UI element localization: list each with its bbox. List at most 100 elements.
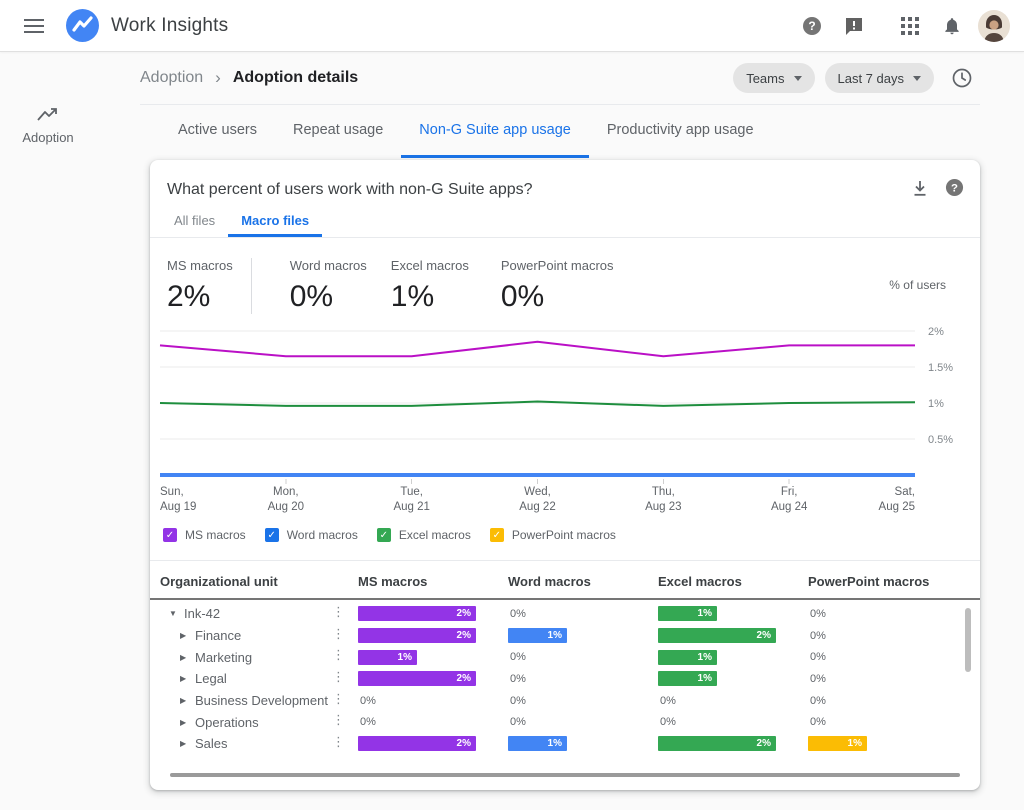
date-range-dropdown[interactable]: Last 7 days bbox=[825, 63, 935, 93]
value-cell-word-macros: 1% bbox=[508, 628, 658, 643]
value-cell-powerpoint-macros: 0% bbox=[808, 608, 958, 620]
legend-label: Word macros bbox=[287, 528, 358, 542]
expand-arrow-icon[interactable]: ▶ bbox=[180, 718, 191, 727]
row-menu-icon[interactable]: ⋮ bbox=[332, 691, 345, 707]
x-tick-label: Aug 21 bbox=[393, 501, 429, 513]
legend-item-ms-macros[interactable]: ✓MS macros bbox=[163, 528, 246, 542]
tab-repeat-usage[interactable]: Repeat usage bbox=[275, 105, 401, 158]
value-bar: 1% bbox=[508, 736, 567, 751]
zero-value: 0% bbox=[808, 651, 826, 663]
checkbox-checked-icon[interactable]: ✓ bbox=[265, 528, 279, 542]
zero-value: 0% bbox=[508, 716, 526, 728]
avatar[interactable] bbox=[976, 8, 1012, 44]
checkbox-checked-icon[interactable]: ✓ bbox=[377, 528, 391, 542]
org-unit-table: ▼Ink-42⋮2%0%1%0%▶Finance⋮2%1%2%0%▶Market… bbox=[150, 600, 980, 755]
summary-stats: MS macros2%Word macros0%Excel macros1%Po… bbox=[150, 238, 980, 311]
row-menu-icon[interactable]: ⋮ bbox=[332, 626, 345, 642]
row-menu-icon[interactable]: ⋮ bbox=[332, 669, 345, 685]
hamburger-icon bbox=[24, 18, 44, 34]
menu-icon[interactable] bbox=[16, 8, 52, 44]
report-tabs: Active usersRepeat usageNon-G Suite app … bbox=[140, 105, 980, 160]
stat-value: 2% bbox=[167, 280, 233, 314]
page-title: Adoption details bbox=[233, 69, 358, 87]
stat-label: Word macros bbox=[290, 258, 367, 273]
row-menu-icon[interactable]: ⋮ bbox=[332, 647, 345, 663]
value-bar: 2% bbox=[358, 606, 476, 621]
history-clock-icon[interactable] bbox=[944, 60, 980, 96]
column-header-word-macros: Word macros bbox=[508, 574, 658, 589]
zero-value: 0% bbox=[808, 716, 826, 728]
sidebar-item-adoption[interactable]: Adoption bbox=[0, 106, 96, 145]
value-cell-excel-macros: 1% bbox=[658, 606, 808, 621]
zero-value: 0% bbox=[658, 716, 676, 728]
row-menu-icon[interactable]: ⋮ bbox=[332, 604, 345, 620]
value-bar: 1% bbox=[808, 736, 867, 751]
legend-item-powerpoint-macros[interactable]: ✓PowerPoint macros bbox=[490, 528, 616, 542]
teams-filter-label: Teams bbox=[746, 71, 784, 86]
breadcrumb: Adoption › Adoption details Teams Last 7… bbox=[140, 52, 980, 105]
value-bar: 2% bbox=[358, 736, 476, 751]
value-bar: 2% bbox=[658, 736, 776, 751]
org-unit-cell: ▶Operations⋮ bbox=[160, 711, 358, 733]
horizontal-scrollbar[interactable] bbox=[170, 773, 960, 777]
feedback-icon[interactable] bbox=[836, 8, 872, 44]
x-tick-label: Aug 20 bbox=[268, 501, 304, 513]
vertical-scrollbar[interactable] bbox=[965, 608, 971, 672]
chevron-down-icon bbox=[794, 76, 802, 81]
help-icon[interactable]: ? bbox=[794, 8, 830, 44]
apps-grid-icon[interactable] bbox=[892, 8, 928, 44]
value-cell-ms-macros: 1% bbox=[358, 650, 508, 665]
teams-filter-dropdown[interactable]: Teams bbox=[733, 63, 814, 93]
subtab-macro-files[interactable]: Macro files bbox=[228, 213, 322, 237]
expand-arrow-icon[interactable]: ▶ bbox=[180, 631, 191, 640]
stat-value: 1% bbox=[391, 280, 469, 314]
help-icon[interactable]: ? bbox=[945, 178, 964, 202]
left-sidebar: Adoption bbox=[0, 52, 96, 810]
stat-label: MS macros bbox=[167, 258, 233, 273]
x-tick-label: Aug 23 bbox=[645, 501, 681, 513]
download-icon[interactable] bbox=[910, 178, 930, 203]
date-range-label: Last 7 days bbox=[838, 71, 905, 86]
legend-item-word-macros[interactable]: ✓ Word macros bbox=[265, 528, 358, 542]
table-row: ▶Marketing⋮1%0%1%0% bbox=[150, 646, 980, 668]
tab-active-users[interactable]: Active users bbox=[160, 105, 275, 158]
card-title: What percent of users work with non-G Su… bbox=[167, 181, 533, 199]
appbar-actions: ? bbox=[794, 8, 1012, 44]
x-tick-label: Aug 25 bbox=[879, 501, 915, 513]
expand-arrow-icon[interactable]: ▶ bbox=[180, 653, 191, 662]
file-type-subtabs: All filesMacro files bbox=[150, 204, 980, 237]
report-card: What percent of users work with non-G Su… bbox=[150, 160, 980, 790]
collapse-arrow-icon[interactable]: ▼ bbox=[169, 609, 180, 618]
row-menu-icon[interactable]: ⋮ bbox=[332, 712, 345, 728]
table-row: ▼Ink-42⋮2%0%1%0% bbox=[150, 603, 980, 625]
checkbox-checked-icon[interactable]: ✓ bbox=[163, 528, 177, 542]
value-cell-powerpoint-macros: 0% bbox=[808, 630, 958, 642]
bell-icon[interactable] bbox=[934, 8, 970, 44]
tab-non-g-suite-app-usage[interactable]: Non-G Suite app usage bbox=[401, 105, 589, 158]
y-tick-label: 0.5% bbox=[928, 434, 953, 446]
expand-arrow-icon[interactable]: ▶ bbox=[180, 674, 191, 683]
value-cell-ms-macros: 2% bbox=[358, 671, 508, 686]
value-bar: 1% bbox=[358, 650, 417, 665]
x-tick-label: Thu, bbox=[652, 486, 675, 498]
legend-item-excel-macros[interactable]: ✓Excel macros bbox=[377, 528, 471, 542]
expand-arrow-icon[interactable]: ▶ bbox=[180, 696, 191, 705]
usage-line-chart: 0.5%1%1.5%2%Sun,Aug 19Mon,Aug 20Tue,Aug … bbox=[150, 311, 980, 516]
card-header: What percent of users work with non-G Su… bbox=[150, 160, 980, 204]
zero-value: 0% bbox=[808, 695, 826, 707]
y-tick-label: 1% bbox=[928, 398, 944, 410]
value-bar: 1% bbox=[508, 628, 567, 643]
value-cell-powerpoint-macros: 0% bbox=[808, 716, 958, 728]
checkbox-checked-icon[interactable]: ✓ bbox=[490, 528, 504, 542]
value-cell-word-macros: 1% bbox=[508, 736, 658, 751]
expand-arrow-icon[interactable]: ▶ bbox=[180, 739, 191, 748]
row-menu-icon[interactable]: ⋮ bbox=[332, 734, 345, 750]
tab-productivity-app-usage[interactable]: Productivity app usage bbox=[589, 105, 772, 158]
subtab-all-files[interactable]: All files bbox=[161, 213, 228, 237]
x-tick-label: Aug 19 bbox=[160, 501, 196, 513]
x-tick-label: Fri, bbox=[781, 486, 798, 498]
value-cell-powerpoint-macros: 0% bbox=[808, 651, 958, 663]
zero-value: 0% bbox=[658, 695, 676, 707]
breadcrumb-parent[interactable]: Adoption bbox=[140, 69, 203, 87]
sidebar-item-label: Adoption bbox=[0, 130, 96, 145]
